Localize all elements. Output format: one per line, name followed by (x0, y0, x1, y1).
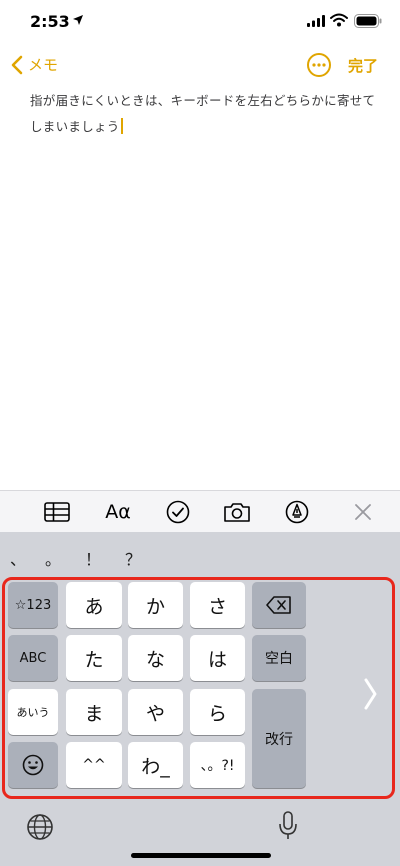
candidate-exclamation[interactable]: ！ (85, 546, 101, 570)
back-label: メモ (28, 56, 59, 74)
cellular-signal-icon (307, 15, 325, 27)
note-text-area[interactable]: 指が届きにくいときは、キーボードを左右どちらかに寄せてしまいましょう (30, 88, 380, 140)
home-indicator (131, 853, 271, 858)
ellipsis-circle-icon[interactable] (306, 52, 332, 78)
key-ma[interactable]: ま (66, 689, 122, 735)
key-ta[interactable]: た (66, 635, 122, 681)
navigation-bar: メモ 完了 (0, 44, 400, 88)
location-arrow-icon (73, 15, 83, 25)
emoji-key[interactable] (8, 742, 58, 788)
markup-button[interactable] (284, 499, 310, 525)
chevron-left-icon (11, 55, 23, 74)
table-icon (44, 502, 70, 522)
key-wa[interactable]: わ_ (128, 742, 183, 788)
candidate-question[interactable]: ？ (125, 546, 141, 570)
note-text: 指が届きにくいときは、キーボードを左右どちらかに寄せてしまいましょう (30, 93, 376, 134)
space-key[interactable]: 空白 (252, 635, 306, 681)
key-abc-mode[interactable]: ABC (8, 635, 58, 681)
delete-key[interactable] (252, 582, 306, 628)
status-bar: 2:53 (0, 0, 400, 44)
camera-button[interactable] (223, 499, 251, 525)
return-key[interactable]: 改行 (252, 689, 306, 788)
format-button[interactable]: Aα (103, 499, 133, 525)
key-punctuation[interactable]: 、。?! (190, 742, 245, 788)
key-na[interactable]: な (128, 635, 183, 681)
key-kana-mode[interactable]: あいう (8, 689, 58, 735)
close-keyboard-button[interactable] (352, 499, 374, 525)
key-number-mode[interactable]: ☆123 (8, 582, 58, 628)
microphone-icon[interactable] (278, 811, 298, 841)
emoji-icon (22, 754, 44, 776)
text-caret (120, 118, 123, 134)
checklist-button[interactable] (165, 499, 191, 525)
wifi-icon (330, 13, 348, 27)
key-ya[interactable]: や (128, 689, 183, 735)
key-ka[interactable]: か (128, 582, 183, 628)
key-a[interactable]: あ (66, 582, 122, 628)
close-icon (355, 504, 371, 520)
back-button[interactable]: メモ (10, 54, 58, 75)
candidate-period[interactable]: 。 (45, 546, 61, 570)
pen-circle-icon (285, 500, 309, 524)
key-kaomoji[interactable]: ^^ (66, 742, 122, 788)
globe-icon[interactable] (26, 813, 54, 841)
format-label: Aα (105, 501, 131, 523)
candidate-comma[interactable]: 、 (10, 546, 26, 570)
status-time: 2:53 (30, 12, 70, 31)
checkmark-circle-icon (166, 500, 190, 524)
battery-icon (354, 14, 382, 28)
done-button[interactable]: 完了 (348, 55, 378, 76)
key-sa[interactable]: さ (190, 582, 245, 628)
camera-icon (224, 503, 250, 522)
key-ra[interactable]: ら (190, 689, 245, 735)
table-button[interactable] (43, 499, 71, 525)
candidate-bar: 、 。 ！ ？ (0, 540, 400, 576)
chevron-right-icon[interactable] (363, 677, 379, 711)
notes-toolbar: Aα (0, 490, 400, 533)
key-ha[interactable]: は (190, 635, 245, 681)
delete-backspace-icon (266, 596, 291, 614)
